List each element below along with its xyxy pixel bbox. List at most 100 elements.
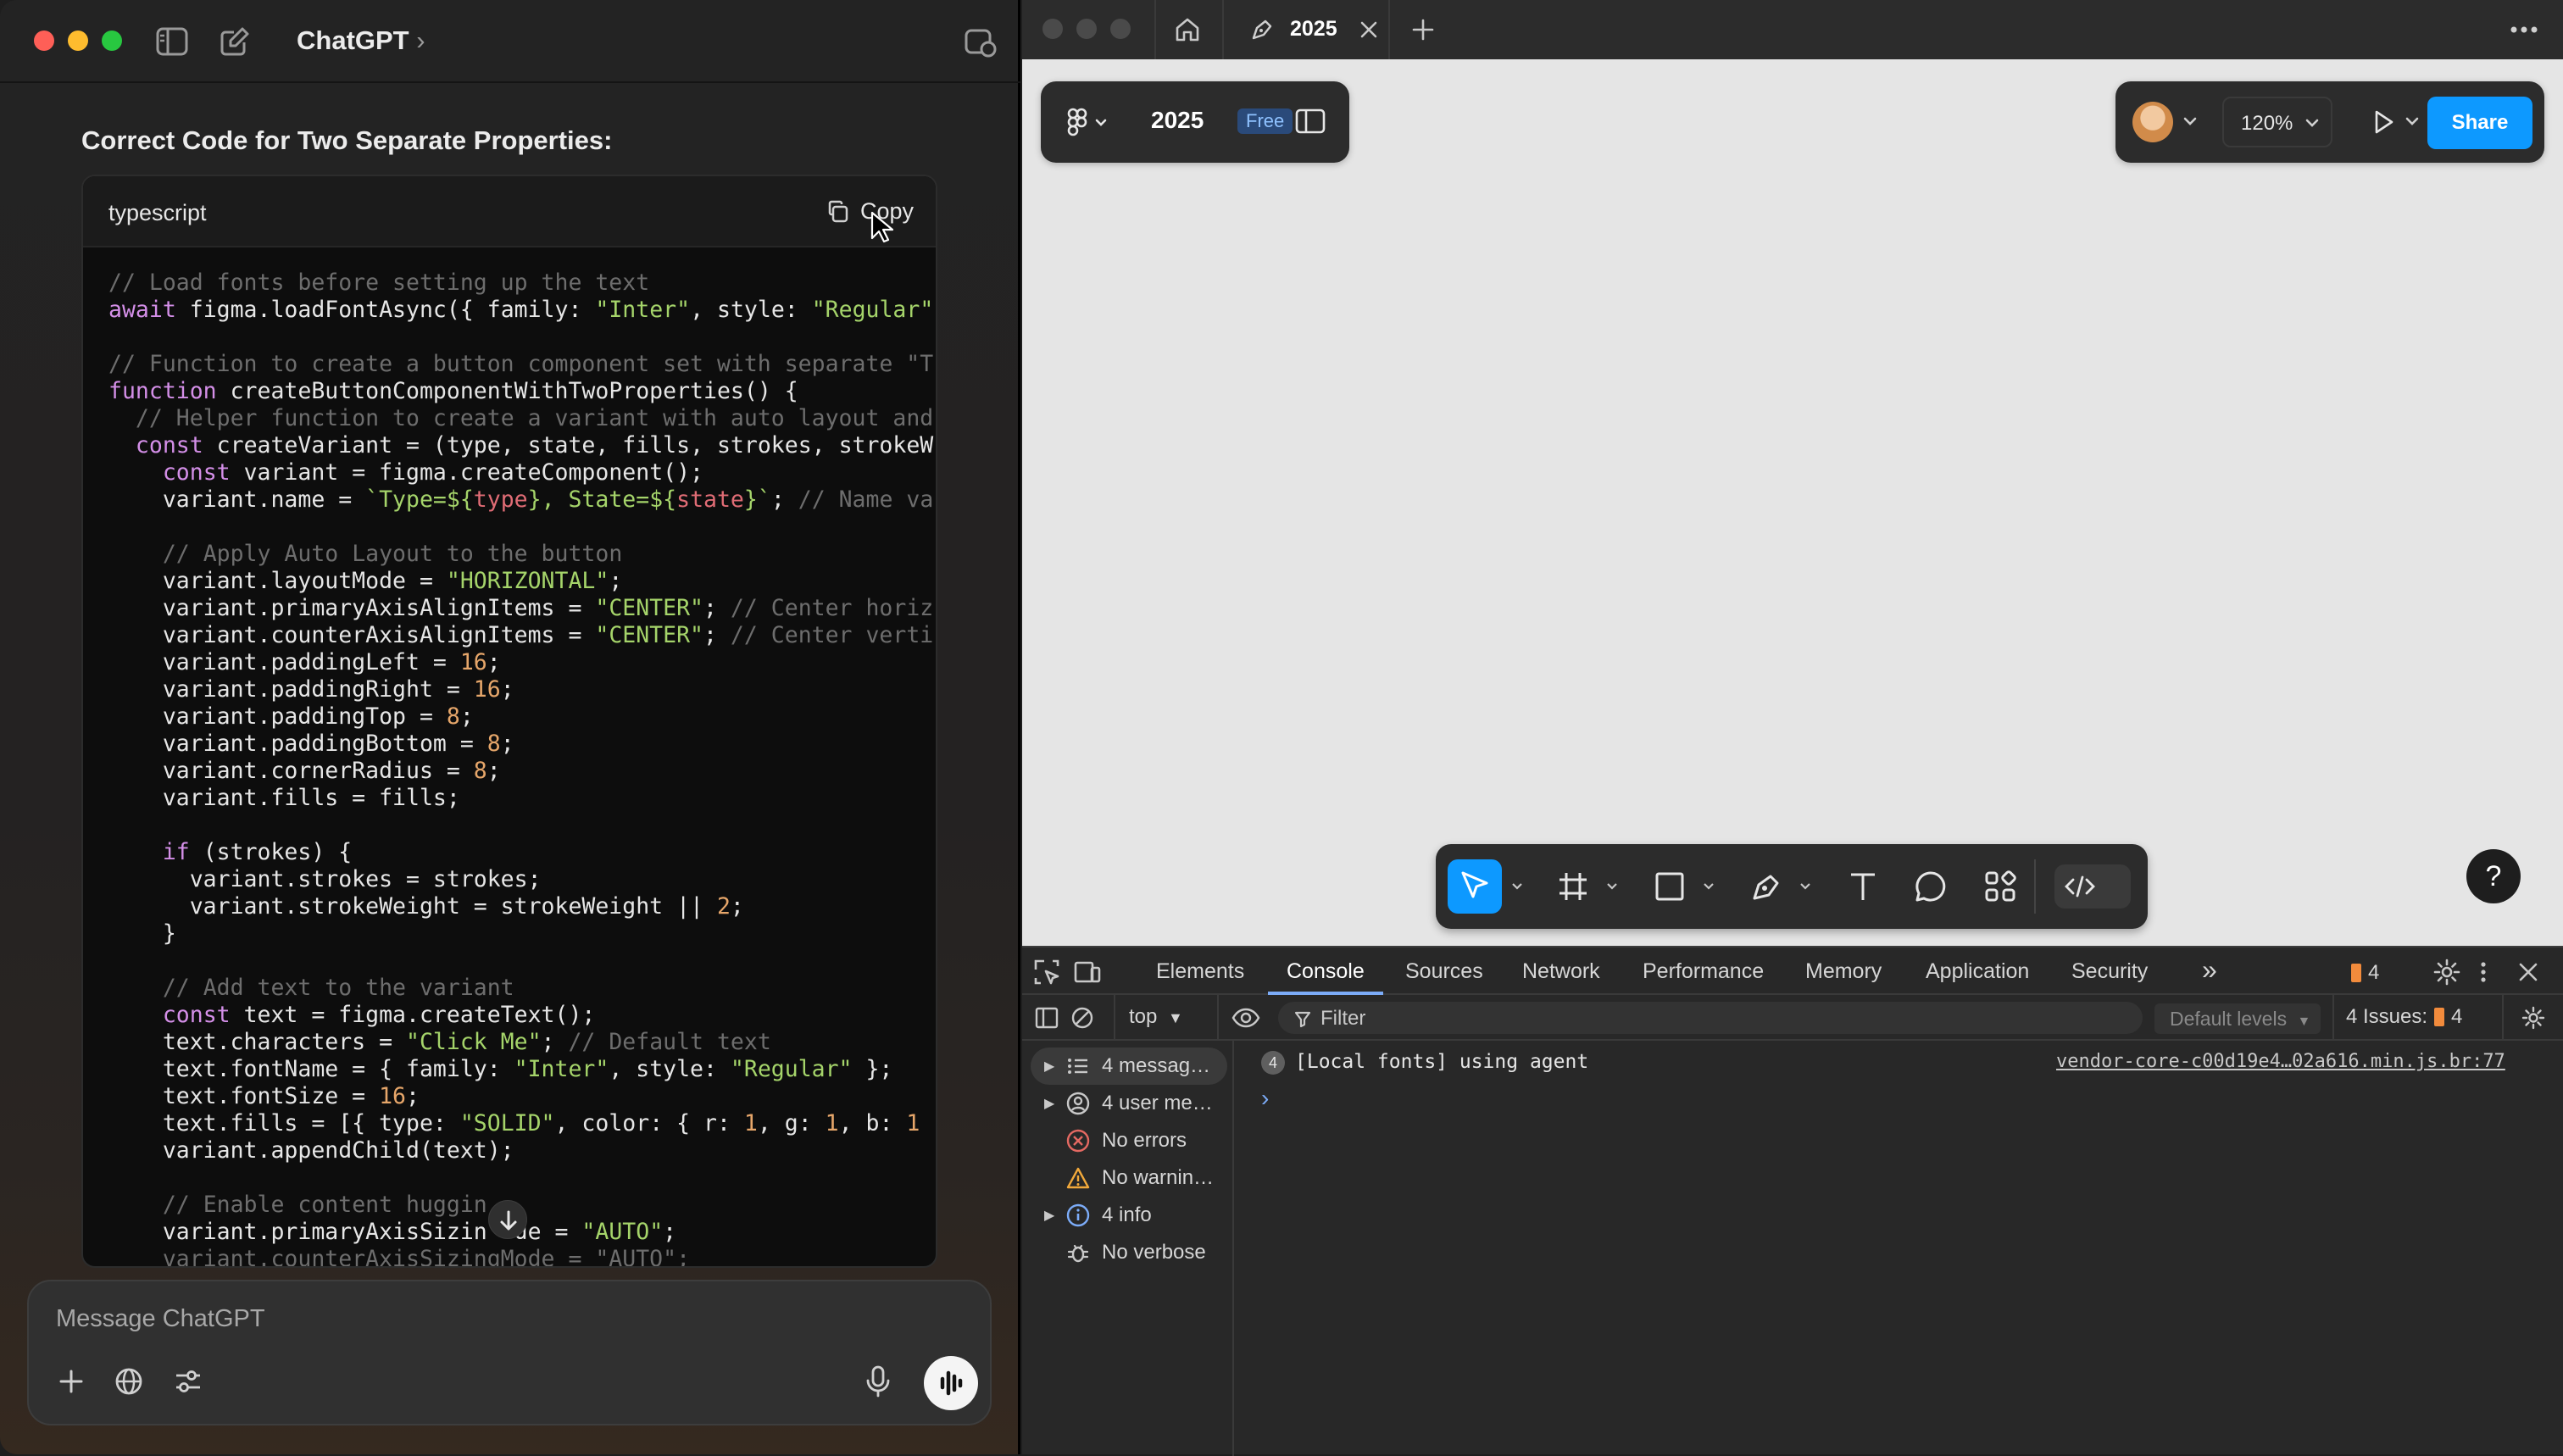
microphone-icon[interactable] — [863, 1364, 893, 1398]
context-value: top — [1129, 1005, 1158, 1028]
message-input[interactable]: Message ChatGPT — [56, 1305, 265, 1333]
tab-console[interactable]: Console — [1287, 959, 1365, 984]
cursor-icon — [1461, 871, 1488, 898]
settings-gear-icon[interactable] — [2432, 958, 2461, 986]
code-language-label: typescript — [108, 200, 207, 225]
code-line: const text = figma.createText(); — [162, 1002, 596, 1028]
code-line: variant.paddingBottom = 8; — [108, 731, 514, 757]
code-line: variant.appendChild(text); — [108, 1137, 514, 1164]
sidebar-item-warnings[interactable]: No warnin… — [1044, 1161, 1214, 1195]
code-line: variant.paddingLeft = 16; — [108, 649, 501, 675]
avatar[interactable] — [2132, 102, 2173, 142]
home-icon[interactable] — [1173, 15, 1202, 44]
tab-memory[interactable]: Memory — [1805, 959, 1882, 984]
tab-sources[interactable]: Sources — [1405, 959, 1483, 984]
components-tool-icon[interactable] — [1980, 866, 2021, 907]
show-sidebar-icon[interactable] — [1034, 1005, 1059, 1031]
log-levels-dropdown[interactable]: Default levels ▼ — [2154, 1003, 2321, 1034]
minimize-window-button[interactable] — [1076, 19, 1097, 39]
chevron-down-icon[interactable] — [2404, 115, 2421, 129]
live-expression-eye-icon[interactable] — [1231, 1005, 1261, 1031]
close-window-button[interactable] — [34, 31, 54, 51]
issues-label: 4 Issues: — [2346, 1005, 2428, 1028]
file-name[interactable]: 2025 — [1151, 107, 1204, 134]
chevron-down-icon[interactable] — [2182, 115, 2199, 129]
figma-menu-icon[interactable] — [1066, 107, 1110, 137]
dev-mode-toggle[interactable] — [2054, 864, 2131, 909]
model-name: ChatGPT — [297, 25, 409, 55]
more-options-icon[interactable] — [2507, 17, 2541, 42]
filter-input[interactable]: Filter — [1278, 1002, 2143, 1034]
temporary-chat-icon[interactable] — [963, 25, 997, 59]
more-tabs-icon[interactable]: » — [2202, 954, 2217, 986]
frame-tool-icon[interactable] — [1553, 866, 1593, 907]
sidebar-label: No warnin… — [1102, 1166, 1215, 1189]
tab-security[interactable]: Security — [2071, 959, 2148, 984]
comment-tool-icon[interactable] — [1910, 866, 1951, 907]
close-tab-icon[interactable] — [1358, 19, 1380, 41]
console-output: 4 [Local fonts] using agent vendor-core-… — [1236, 1041, 2563, 1456]
clear-console-icon[interactable] — [1070, 1005, 1095, 1031]
sidebar-panel-icon[interactable] — [1295, 108, 1326, 134]
move-tool-button[interactable] — [1448, 859, 1502, 914]
sidebar-item-user-messages[interactable]: ▶ 4 user me… — [1044, 1086, 1213, 1120]
context-selector[interactable]: top ▼ — [1129, 1005, 1183, 1029]
model-selector[interactable]: ChatGPT › — [297, 25, 425, 56]
scroll-to-bottom-button[interactable] — [488, 1200, 527, 1239]
file-panel: 2025 Free — [1041, 81, 1349, 163]
close-devtools-icon[interactable] — [2516, 959, 2541, 985]
close-window-button[interactable] — [1042, 19, 1063, 39]
device-toolbar-icon[interactable] — [1073, 958, 1102, 986]
tools-sliders-icon[interactable] — [173, 1366, 203, 1397]
source-link[interactable]: vendor-core-c00d19e4…02a616.min.js.br:77 — [2056, 1051, 2505, 1072]
code-line: function createButtonComponentWithTwoPro… — [108, 378, 798, 404]
repeat-count-badge: 4 — [1261, 1051, 1285, 1075]
divider — [1217, 995, 1219, 1041]
tab-network[interactable]: Network — [1522, 959, 1600, 984]
rectangle-tool-icon[interactable] — [1649, 866, 1690, 907]
zoom-dropdown[interactable]: 120% — [2222, 97, 2332, 147]
divider — [2502, 995, 2504, 1041]
code-line: const createVariant = (type, state, fill… — [135, 432, 934, 458]
console-prompt[interactable]: › — [1261, 1085, 1269, 1112]
design-file-icon — [1249, 17, 1275, 42]
issues-counter[interactable]: 4 Issues: 4 — [2346, 1005, 2462, 1029]
maximize-window-button[interactable] — [1110, 19, 1131, 39]
expand-arrow-icon: ▶ — [1044, 1059, 1055, 1074]
pen-tool-icon[interactable] — [1746, 866, 1787, 907]
issues-badge-count: 4 — [2368, 961, 2380, 984]
sidebar-toggle-icon[interactable] — [156, 27, 188, 56]
help-button[interactable]: ? — [2466, 849, 2521, 903]
mouse-cursor-icon — [870, 211, 893, 243]
new-tab-plus-icon[interactable] — [1410, 17, 1436, 42]
issues-badge[interactable]: 4 — [2351, 961, 2379, 985]
console-settings-gear-icon[interactable] — [2521, 1005, 2546, 1031]
globe-icon[interactable] — [114, 1366, 144, 1397]
kebab-menu-icon[interactable] — [2475, 958, 2492, 986]
sidebar-item-verbose[interactable]: No verbose — [1044, 1236, 1206, 1270]
inspect-element-icon[interactable] — [1032, 958, 1061, 986]
plus-icon[interactable] — [56, 1366, 86, 1397]
sidebar-item-errors[interactable]: No errors — [1044, 1124, 1187, 1158]
log-levels-value: Default levels — [2170, 1008, 2288, 1030]
divider — [2034, 859, 2036, 914]
play-icon[interactable] — [2368, 107, 2399, 137]
tab-elements[interactable]: Elements — [1156, 959, 1244, 984]
file-tab[interactable]: 2025 — [1224, 0, 1388, 59]
tab-application[interactable]: Application — [1926, 959, 2029, 984]
new-chat-icon[interactable] — [219, 25, 251, 58]
code-line: variant.counterAxisAlignItems = "CENTER"… — [108, 622, 934, 648]
sidebar-item-info[interactable]: ▶ 4 info — [1044, 1198, 1152, 1232]
sidebar-item-messages[interactable]: ▶ 4 messag… — [1044, 1049, 1210, 1083]
tab-performance[interactable]: Performance — [1643, 959, 1764, 984]
sidebar-label: 4 messag… — [1102, 1054, 1211, 1077]
voice-mode-button[interactable] — [924, 1356, 978, 1410]
design-canvas[interactable]: 2025 Free 120% Share ? — [1022, 59, 2563, 946]
text-tool-icon[interactable] — [1843, 866, 1883, 907]
maximize-window-button[interactable] — [102, 31, 122, 51]
share-button[interactable]: Share — [2427, 97, 2532, 149]
chevron-down-icon — [2305, 119, 2319, 127]
minimize-window-button[interactable] — [68, 31, 88, 51]
